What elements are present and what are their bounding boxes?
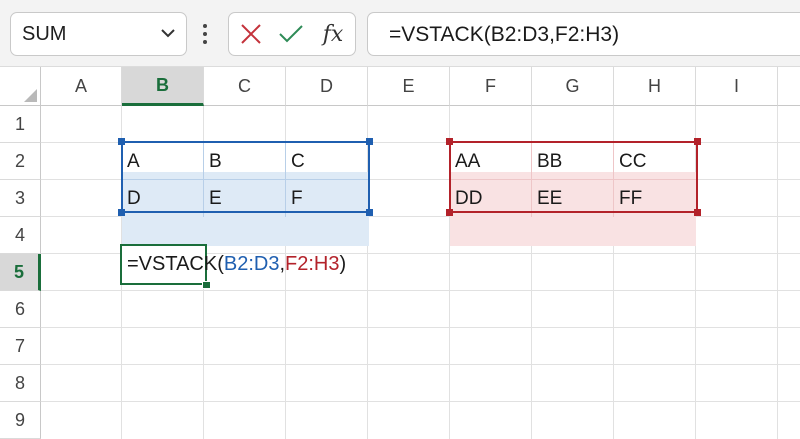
gridline: [41, 327, 800, 328]
column-header-e[interactable]: E: [368, 67, 450, 106]
row-header-5[interactable]: 5: [0, 254, 41, 291]
row-header-2[interactable]: 2: [0, 143, 41, 180]
gridline: [41, 401, 800, 402]
column-header-next[interactable]: [778, 67, 800, 106]
reference-border-f2-h3: [449, 141, 698, 213]
column-header-c[interactable]: C: [204, 67, 286, 106]
formula-suffix: ): [339, 253, 347, 275]
row-header-9[interactable]: 9: [0, 402, 41, 439]
reference-border-b2-d3: [121, 141, 370, 213]
resize-handle[interactable]: [446, 209, 453, 216]
formula-bar-area: SUM fx =VSTACK(B2:D3,F2:H3): [0, 0, 800, 67]
more-options-icon[interactable]: [203, 24, 207, 44]
check-icon: [279, 25, 303, 43]
fill-handle[interactable]: [202, 281, 211, 289]
column-header-a[interactable]: A: [41, 67, 122, 106]
select-all-button[interactable]: [0, 67, 41, 106]
resize-handle[interactable]: [694, 138, 701, 145]
row-header-1[interactable]: 1: [0, 106, 41, 143]
resize-handle[interactable]: [694, 209, 701, 216]
resize-handle[interactable]: [366, 209, 373, 216]
row-header-6[interactable]: 6: [0, 291, 41, 328]
row-header-3[interactable]: 3: [0, 180, 41, 217]
row-header-4[interactable]: 4: [0, 217, 41, 254]
cell-edit-formula[interactable]: =VSTACK(B2:D3,F2:H3): [127, 253, 346, 276]
resize-handle[interactable]: [446, 138, 453, 145]
column-header-i[interactable]: I: [696, 67, 778, 106]
x-icon: [241, 24, 261, 44]
cancel-button[interactable]: [233, 13, 269, 55]
enter-button[interactable]: [273, 13, 309, 55]
resize-handle[interactable]: [118, 209, 125, 216]
gridline: [41, 290, 800, 291]
column-header-b[interactable]: B: [122, 67, 204, 106]
gridline: [777, 106, 778, 439]
gridline: [41, 364, 800, 365]
formula-text: =VSTACK(B2:D3,F2:H3): [389, 23, 620, 46]
formula-arg-range1: B2:D3: [223, 253, 280, 275]
resize-handle[interactable]: [366, 138, 373, 145]
column-header-f[interactable]: F: [450, 67, 532, 106]
fx-icon: fx: [322, 21, 344, 47]
chevron-down-icon[interactable]: [160, 27, 176, 39]
column-header-d[interactable]: D: [286, 67, 368, 106]
formula-buttons: fx: [228, 12, 356, 56]
formula-prefix: =VSTACK(: [127, 253, 224, 275]
formula-arg-range2: F2:H3: [285, 253, 340, 275]
column-header-g[interactable]: G: [532, 67, 614, 106]
row-header-7[interactable]: 7: [0, 328, 41, 365]
formula-input[interactable]: =VSTACK(B2:D3,F2:H3): [367, 12, 800, 56]
insert-function-button[interactable]: fx: [315, 13, 351, 55]
column-header-h[interactable]: H: [614, 67, 696, 106]
name-box-value: SUM: [22, 23, 67, 45]
resize-handle[interactable]: [118, 138, 125, 145]
name-box[interactable]: SUM: [10, 12, 187, 56]
row-header-8[interactable]: 8: [0, 365, 41, 402]
